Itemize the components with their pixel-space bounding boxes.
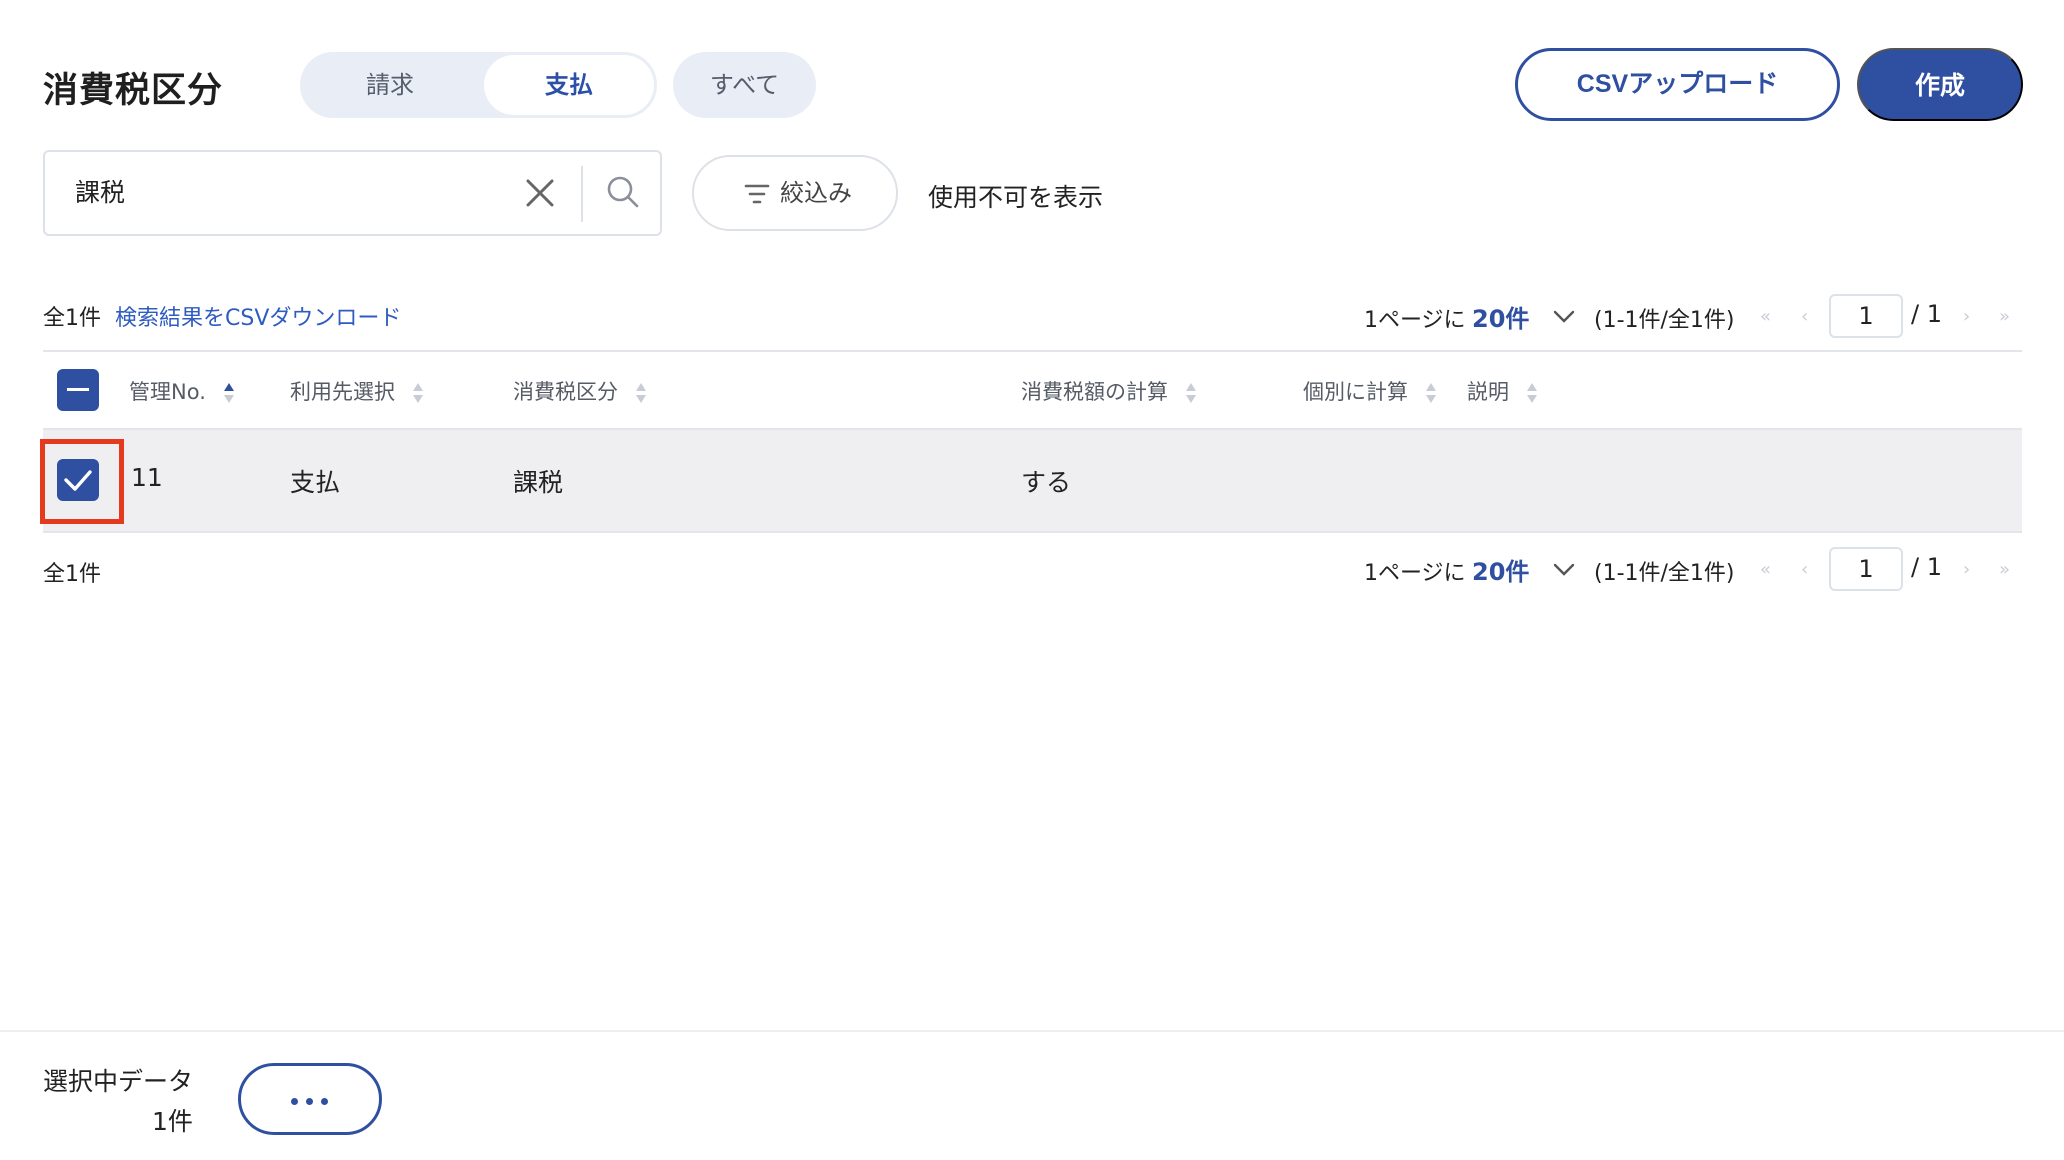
selected-data-label: 選択中データ [43, 1067, 194, 1096]
last-page-icon[interactable]: » [1999, 306, 2010, 327]
cell-usage: 支払 [290, 468, 341, 497]
per-page-value[interactable]: 20件 [1472, 552, 1529, 587]
csv-download-link[interactable]: 検索結果をCSVダウンロード [115, 300, 401, 332]
filter-icon [744, 184, 770, 204]
next-page-icon[interactable]: › [1963, 559, 1970, 580]
first-page-icon[interactable]: « [1760, 559, 1771, 580]
sort-icon [412, 383, 423, 403]
filter-button[interactable]: 絞込み [692, 155, 898, 231]
select-all-checkbox[interactable] [57, 369, 99, 411]
page-range: (1-1件/全1件) [1594, 561, 1735, 586]
per-page-prefix: 1ページに [1364, 308, 1466, 333]
sort-icon [223, 383, 234, 403]
per-page-value[interactable]: 20件 [1472, 299, 1529, 334]
page-title: 消費税区分 [43, 71, 224, 111]
csv-upload-button[interactable]: CSVアップロード [1515, 48, 1840, 121]
sort-icon [1185, 383, 1196, 403]
total-pages: / 1 [1911, 300, 1942, 328]
clear-icon[interactable] [523, 176, 557, 210]
tab-payment[interactable]: 支払 [484, 55, 654, 115]
column-header-usage[interactable]: 利用先選択 [290, 376, 424, 406]
column-header-no[interactable]: 管理No. [129, 376, 235, 406]
row-checkbox[interactable] [57, 459, 99, 501]
column-header-tax-calc[interactable]: 消費税額の計算 [1021, 376, 1197, 406]
column-header-description[interactable]: 説明 [1467, 376, 1538, 406]
filter-label: 絞込み [780, 179, 852, 207]
result-count-top: 全1件 [43, 306, 101, 331]
more-actions-button[interactable] [238, 1063, 382, 1135]
type-segmented-control: 請求 支払 [300, 52, 657, 118]
search-divider [581, 166, 583, 222]
total-pages: / 1 [1911, 553, 1942, 581]
cell-tax-calc: する [1021, 468, 1072, 497]
row-divider [43, 531, 2022, 533]
tab-billing[interactable]: 請求 [300, 52, 480, 118]
search-box: 課税 [43, 150, 662, 236]
prev-page-icon[interactable]: ‹ [1801, 306, 1808, 327]
column-header-tax-category[interactable]: 消費税区分 [513, 376, 647, 406]
show-disabled-toggle[interactable]: 使用不可を表示 [928, 178, 1103, 214]
pagination-top: 1ページに 20件 (1-1件/全1件) « ‹ 1 / 1 › » [1364, 294, 2024, 338]
cell-no: 11 [131, 463, 163, 492]
result-count-bottom: 全1件 [43, 562, 101, 587]
sort-icon [1425, 383, 1436, 403]
prev-page-icon[interactable]: ‹ [1801, 559, 1808, 580]
sort-icon [635, 383, 646, 403]
chevron-down-icon[interactable] [1552, 304, 1576, 328]
create-button[interactable]: 作成 [1857, 48, 2023, 121]
search-icon[interactable] [605, 174, 641, 210]
chevron-down-icon[interactable] [1552, 557, 1576, 581]
next-page-icon[interactable]: › [1963, 306, 1970, 327]
cell-tax-category: 課税 [513, 468, 564, 497]
first-page-icon[interactable]: « [1760, 306, 1771, 327]
all-filter-pill[interactable]: すべて [673, 52, 816, 118]
selected-data-count: 1件 [152, 1107, 193, 1136]
last-page-icon[interactable]: » [1999, 559, 2010, 580]
column-header-individual[interactable]: 個別に計算 [1303, 376, 1437, 406]
per-page-prefix: 1ページに [1364, 561, 1466, 586]
page-input[interactable]: 1 [1829, 294, 1903, 338]
page-input[interactable]: 1 [1829, 547, 1903, 591]
pagination-bottom: 1ページに 20件 (1-1件/全1件) « ‹ 1 / 1 › » [1364, 547, 2024, 591]
check-icon [64, 470, 92, 491]
sort-icon [1526, 383, 1537, 403]
page-range: (1-1件/全1件) [1594, 308, 1735, 333]
footer-divider [0, 1030, 2064, 1032]
table-top-divider [43, 350, 2022, 352]
search-input[interactable]: 課税 [75, 152, 125, 234]
